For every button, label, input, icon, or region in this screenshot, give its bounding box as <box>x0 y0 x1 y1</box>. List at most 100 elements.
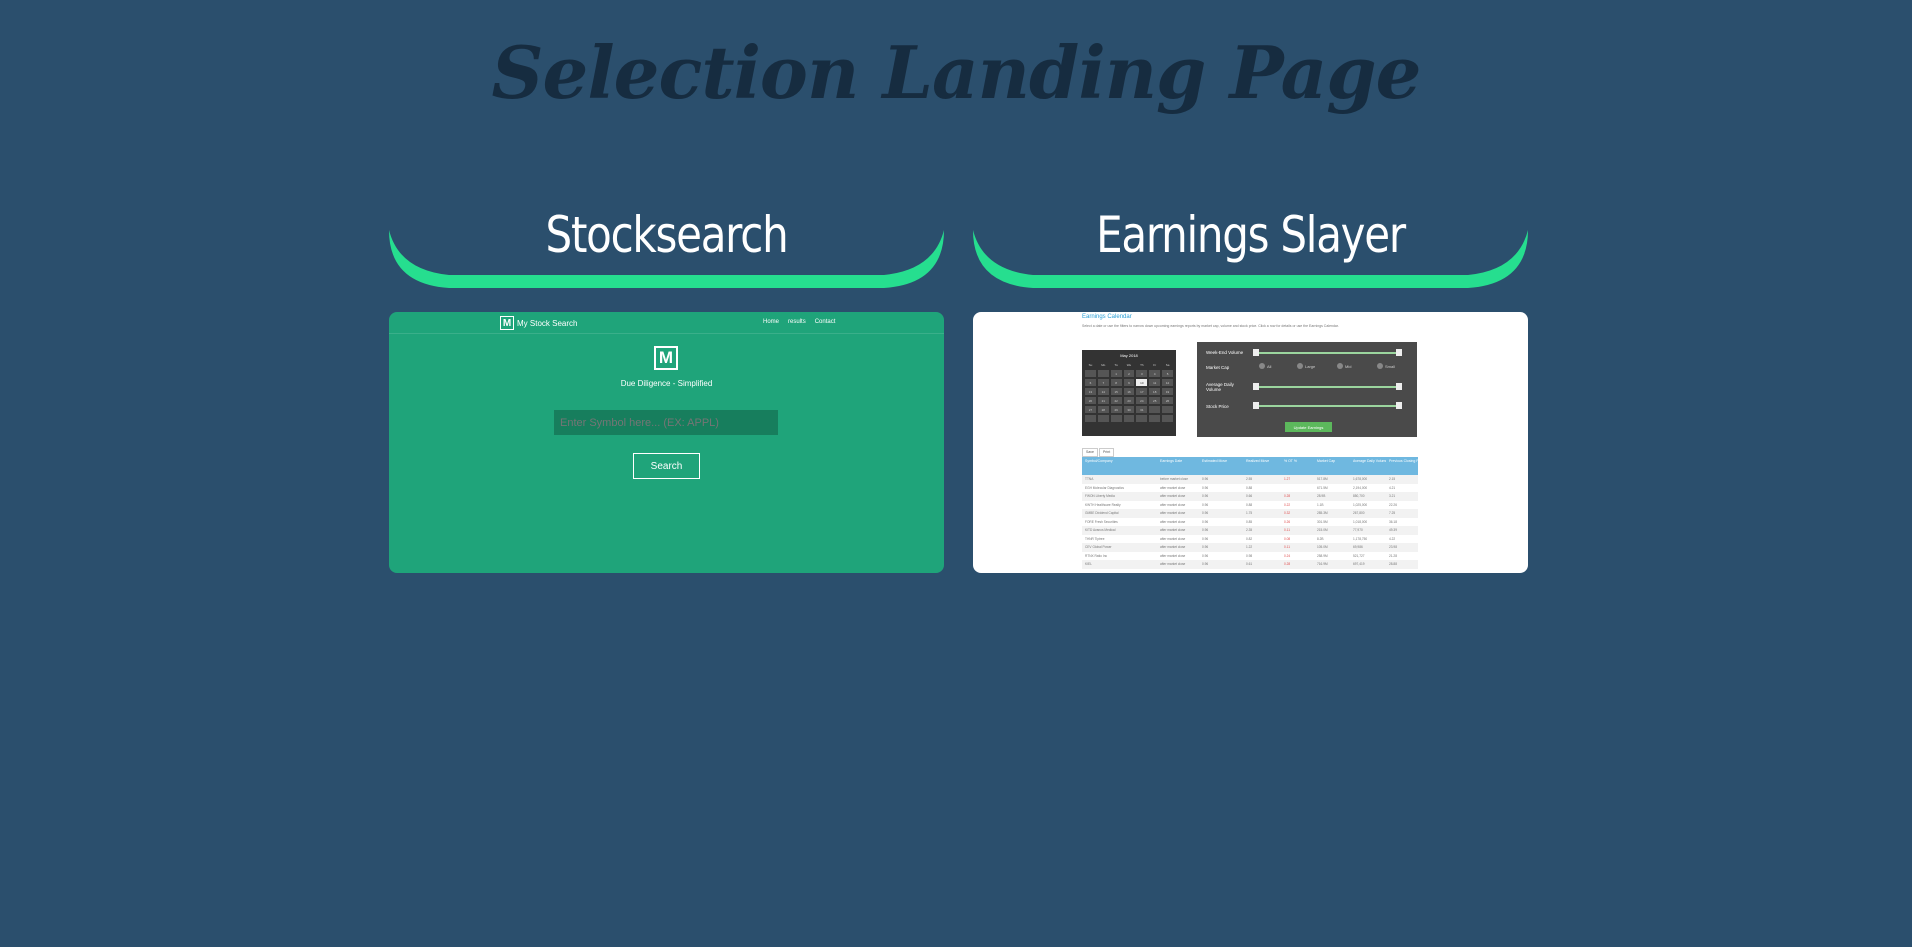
table-row: KIEL after market close 0.96 0.61 0.28 716.9M… <box>1082 560 1418 569</box>
cap-option: Large <box>1297 363 1315 369</box>
table-cell: 0.96 <box>1202 553 1209 558</box>
table-cell: 1.27 <box>1284 477 1291 481</box>
earnings-slayer-card-heading[interactable]: Earnings Slayer <box>973 200 1528 288</box>
preview-nav: Home results Contact <box>763 319 835 325</box>
table-cell: after market close <box>1160 528 1186 532</box>
table-cell: 0.28 <box>1284 562 1291 566</box>
filter-label: Week-End Volume <box>1206 350 1244 355</box>
stocksearch-card-heading[interactable]: Stocksearch <box>389 200 944 288</box>
table-cell: 0.96 <box>1202 528 1209 532</box>
table-cell: 0.22 <box>1284 502 1291 507</box>
table-cell: 49.39 <box>1389 528 1397 532</box>
table-cell: TTNA <box>1085 477 1094 481</box>
calendar-day: 13 <box>1085 388 1096 395</box>
preview-filters: Week-End Volume Market Cap All Large Mid… <box>1197 342 1417 437</box>
calendar-day: 2 <box>1123 370 1135 377</box>
table-cell: 0.98 <box>1246 553 1253 558</box>
table-cell: 0.96 <box>1202 502 1209 507</box>
table-cell <box>1281 484 1314 493</box>
table-header-cell: Estimated Move <box>1202 459 1228 463</box>
nav-contact: Contact <box>814 319 836 325</box>
table-cell: 521,727 <box>1353 553 1365 558</box>
table-cell: 36.18 <box>1389 519 1397 524</box>
table-cell: 0.11 <box>1284 545 1290 549</box>
table-cell: 105.0M <box>1317 545 1328 549</box>
table-cell: 850,700 <box>1353 494 1365 498</box>
table-row: RTNX Ratio Inc after market close 0.96 0.98… <box>1082 552 1418 561</box>
table-cell: FWON Liberty Media <box>1085 494 1115 498</box>
table-cell: 7.25 <box>1389 511 1396 515</box>
table-cell: EGH Molecular Diagnostics <box>1085 485 1124 490</box>
calendar-day: 7 <box>1097 379 1109 386</box>
table-cell: 3.21 <box>1389 494 1396 498</box>
calendar-day: 26 <box>1162 397 1173 404</box>
stocksearch-preview[interactable]: M My Stock Search Home results Contact M… <box>389 312 944 573</box>
adv-slider <box>1253 383 1402 390</box>
volume-slider <box>1253 349 1402 356</box>
table-cell: after market close <box>1160 502 1186 507</box>
calendar-day: 6 <box>1085 379 1096 386</box>
table-cell: 0.28 <box>1284 494 1291 498</box>
table-cell: 0.96 <box>1202 536 1209 541</box>
table-cell: before market close <box>1160 477 1188 481</box>
table-cell: 671.5M <box>1317 485 1328 490</box>
table-cell: 0.96 <box>1202 485 1209 490</box>
table-cell: FORE Fresh Securities <box>1085 519 1118 524</box>
calendar-dow: Th <box>1140 362 1144 367</box>
table-cell: 0.61 <box>1246 562 1253 566</box>
table-header-cell: % OT % <box>1284 459 1297 463</box>
nav-home: Home <box>763 319 780 325</box>
calendar-month: May 2018 <box>1120 353 1138 358</box>
calendar-day: 31 <box>1136 406 1148 413</box>
calendar-day: 15 <box>1110 388 1122 395</box>
earnings-slayer-heading: Earnings Slayer <box>1096 206 1406 264</box>
table-row: THNR Tiptree after market close 0.96 0.82 0.… <box>1082 535 1418 544</box>
table-cell: 0.08 <box>1284 536 1291 541</box>
table-header-cell: Symbol/Company <box>1085 459 1113 463</box>
table-row: CEV Global Power after market close 0.96 1.… <box>1082 543 1418 552</box>
table-cell: THNR Tiptree <box>1085 536 1105 541</box>
stocksearch-heading: Stocksearch <box>545 206 789 264</box>
table-cell: after market close <box>1160 562 1186 566</box>
calendar-day <box>1162 406 1173 413</box>
table-cell: 28.88 <box>1389 562 1397 566</box>
preview-title: Earnings Calendar <box>1082 314 1132 320</box>
table-tab: Save <box>1082 448 1098 457</box>
table-cell: 0.24 <box>1284 553 1291 558</box>
table-cell: after market close <box>1160 511 1186 515</box>
calendar-day <box>1085 370 1096 377</box>
preview-navbar: M My Stock Search Home results Contact <box>389 312 944 334</box>
earnings-slayer-preview[interactable]: Earnings Calendar Select a date or use t… <box>973 312 1528 573</box>
table-row: KITD Avanos Medical after market close 0.9… <box>1082 526 1418 535</box>
calendar-grid: Su Mo Tu We Th Fr Sa 1 2 3 4 5 6 7 8 9 10 11 12 13 14… <box>1085 361 1173 422</box>
table-cell: 0.32 <box>1284 511 1291 515</box>
table-cell: 1,678,000 <box>1353 477 1368 481</box>
calendar-day <box>1097 415 1109 422</box>
m-logo-icon: M <box>654 346 678 370</box>
calendar-day: 23 <box>1123 397 1135 404</box>
preview-calendar: May 2018 Su Mo Tu We Th Fr Sa 1234567891… <box>1082 350 1176 436</box>
calendar-day: 5 <box>1162 370 1173 377</box>
table-cell: 215.0M <box>1317 528 1328 532</box>
table-cell: 0.88 <box>1246 485 1253 490</box>
table-body: TTNA before market close 0.96 2.55 1.27 517.8… <box>1082 475 1418 569</box>
table-cell: 697,419 <box>1353 562 1365 566</box>
preview-tagline: Due Diligence - Simplified <box>620 379 713 388</box>
table-cell: 1,178,750 <box>1353 536 1368 541</box>
calendar-day <box>1149 415 1161 422</box>
table-cell: KIEL <box>1085 562 1092 566</box>
filter-label: Market Cap <box>1206 365 1230 370</box>
calendar-day: 8 <box>1110 379 1122 386</box>
calendar-day <box>1162 415 1173 422</box>
table-cell: 2.15 <box>1389 477 1396 481</box>
table-cell: 22.26 <box>1389 502 1397 507</box>
table-cell: after market close <box>1160 553 1186 558</box>
calendar-day: 30 <box>1123 406 1135 413</box>
calendar-day: 27 <box>1085 406 1096 413</box>
table-row: FWON Liberty Media after market close 0.96… <box>1082 492 1418 501</box>
calendar-day <box>1136 415 1148 422</box>
filter-label: Stock Price <box>1206 404 1229 409</box>
table-cell: after market close <box>1160 519 1186 524</box>
table-cell: 2.55 <box>1246 477 1253 481</box>
table-cell: 285.3M <box>1317 511 1328 515</box>
